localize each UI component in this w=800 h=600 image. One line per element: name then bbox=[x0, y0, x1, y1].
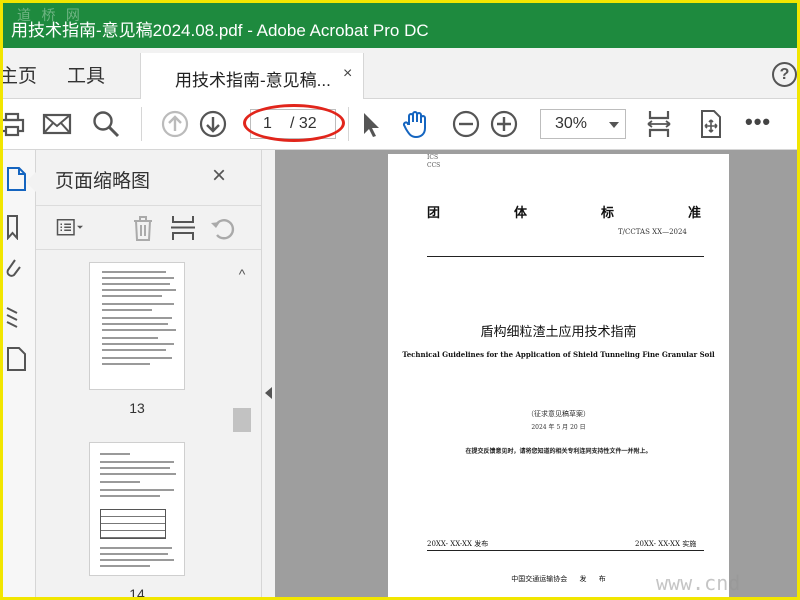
hand-tool-icon[interactable] bbox=[401, 109, 431, 139]
title-bar: 道 桥 网 用技术指南-意见稿2024.08.pdf - Adobe Acrob… bbox=[3, 3, 797, 48]
toolbar: 1 / 32 30% ••• bbox=[3, 99, 797, 150]
toolbar-separator bbox=[348, 107, 349, 141]
thumbnail-label: 13 bbox=[129, 400, 145, 416]
standard-code: T/CCTAS XX—2024 bbox=[618, 228, 687, 236]
draft-label: （征求意见稿草案） bbox=[527, 410, 590, 418]
zoom-out-icon[interactable] bbox=[451, 109, 481, 139]
thumbnail-page-13[interactable] bbox=[89, 262, 185, 390]
help-icon[interactable]: ? bbox=[772, 62, 797, 87]
tab-row: 主页 工具 用技术指南-意见稿... × ? bbox=[3, 48, 797, 99]
rotate-page-icon[interactable] bbox=[208, 213, 238, 243]
previous-page-icon[interactable] bbox=[160, 109, 190, 139]
scroll-up-icon[interactable]: ^ bbox=[233, 266, 251, 282]
navigation-rail bbox=[3, 150, 36, 597]
panel-toolbar bbox=[36, 205, 261, 250]
layers-icon[interactable] bbox=[5, 303, 29, 329]
zoom-select[interactable]: 30% bbox=[540, 109, 626, 139]
implementation-date: 20XX- XX-XX 实施 bbox=[635, 540, 697, 548]
panel-close-icon[interactable]: × bbox=[212, 162, 226, 190]
standard-header: 团 体 标 准 bbox=[427, 202, 701, 221]
select-cursor-icon[interactable] bbox=[355, 109, 385, 139]
attachments-icon[interactable] bbox=[5, 256, 29, 282]
toolbar-separator bbox=[141, 107, 142, 141]
collapse-panel-icon[interactable] bbox=[265, 387, 272, 399]
draft-date: 2024 年 5 月 20 日 bbox=[531, 424, 586, 431]
menu-tools[interactable]: 工具 bbox=[67, 61, 105, 88]
delete-page-icon[interactable] bbox=[128, 213, 158, 243]
scroll-thumb[interactable] bbox=[233, 408, 251, 432]
ics-code: ICS CCS bbox=[427, 154, 440, 170]
document-tab[interactable]: 用技术指南-意见稿... × bbox=[140, 53, 364, 99]
thumbnail-label: 14 bbox=[129, 586, 145, 600]
divider bbox=[427, 550, 704, 551]
issue-date: 20XX- XX-XX 发布 bbox=[427, 540, 489, 548]
zoom-value: 30% bbox=[555, 115, 588, 132]
print-icon[interactable] bbox=[0, 109, 27, 139]
panel-title: 页面缩略图 bbox=[55, 171, 151, 192]
watermark-bottom: www.cnd bbox=[656, 571, 741, 595]
divider bbox=[427, 256, 704, 257]
menu-home[interactable]: 主页 bbox=[3, 61, 37, 88]
chevron-down-icon bbox=[609, 122, 619, 128]
rotate-view-icon[interactable] bbox=[695, 109, 725, 139]
window-title: 用技术指南-意见稿2024.08.pdf - Adobe Acrobat Pro… bbox=[11, 21, 429, 40]
thumbnail-options-icon[interactable] bbox=[56, 213, 86, 243]
header-char: 准 bbox=[687, 206, 701, 221]
document-icon[interactable] bbox=[5, 346, 29, 372]
header-char: 体 bbox=[513, 206, 527, 221]
header-char: 团 bbox=[427, 206, 441, 221]
zoom-in-icon[interactable] bbox=[489, 109, 519, 139]
panel-splitter[interactable] bbox=[261, 150, 275, 597]
patent-note: 在提交反馈意见时，请将您知道的相关专利连同支持性文件一并附上。 bbox=[465, 448, 652, 455]
document-tab-label: 用技术指南-意见稿... bbox=[175, 71, 331, 90]
thumbnails-scrollbar[interactable]: ^ bbox=[233, 262, 251, 597]
panel-pointer bbox=[26, 172, 36, 192]
tab-close-icon[interactable]: × bbox=[343, 65, 352, 83]
header-char: 标 bbox=[600, 206, 614, 221]
app-window: 道 桥 网 用技术指南-意见稿2024.08.pdf - Adobe Acrob… bbox=[0, 0, 800, 600]
email-icon[interactable] bbox=[42, 109, 72, 139]
highlight-ellipse bbox=[243, 104, 345, 142]
fit-page-icon[interactable] bbox=[644, 109, 674, 139]
more-tools-icon[interactable]: ••• bbox=[745, 109, 771, 135]
thumbnail-page-14[interactable] bbox=[89, 442, 185, 576]
pdf-page: ICS CCS 团 体 标 准 T/CCTAS XX—2024 盾构细粒渣土应用… bbox=[388, 154, 729, 597]
document-title: 盾构细粒渣土应用技术指南 bbox=[480, 325, 637, 340]
thumbnails-panel: 页面缩略图 × 13 14 ^ bbox=[26, 150, 261, 600]
ccs-label: CCS bbox=[427, 162, 441, 169]
document-viewer[interactable]: ICS CCS 团 体 标 准 T/CCTAS XX—2024 盾构细粒渣土应用… bbox=[275, 150, 797, 597]
ics-label: ICS bbox=[427, 154, 439, 161]
bookmarks-icon[interactable] bbox=[5, 214, 29, 240]
next-page-icon[interactable] bbox=[198, 109, 228, 139]
insert-page-icon[interactable] bbox=[168, 213, 198, 243]
search-icon[interactable] bbox=[91, 109, 121, 139]
document-subtitle: Technical Guidelines for the Application… bbox=[402, 350, 715, 359]
